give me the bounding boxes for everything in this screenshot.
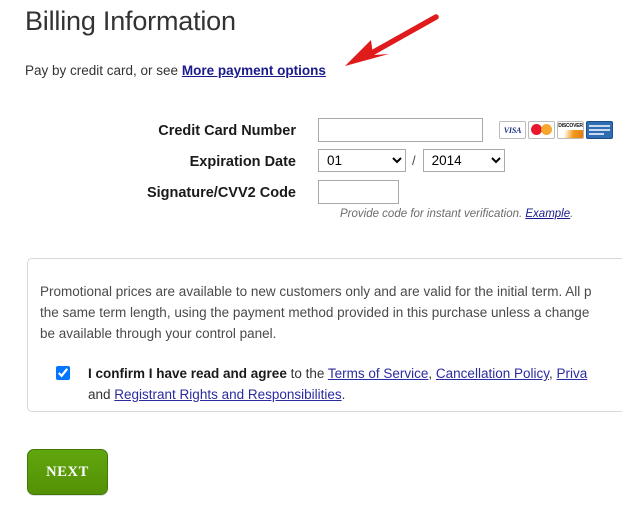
promotional-terms-box: Promotional prices are available to new … — [27, 258, 622, 412]
privacy-policy-link[interactable]: Priva — [557, 366, 588, 381]
cvv-row: Signature/CVV2 Code — [0, 180, 622, 206]
credit-card-number-label: Credit Card Number — [158, 123, 296, 139]
accepted-card-logos: VISA DISCOVER — [499, 121, 613, 139]
next-button[interactable]: NEXT — [27, 449, 108, 495]
agreement-mid-text: to the — [286, 366, 328, 381]
agreement-line2-prefix: and — [88, 387, 115, 402]
agreement-sep-2: , — [548, 366, 557, 381]
discover-logo-icon: DISCOVER — [557, 121, 584, 139]
cvv-helper-suffix: . — [570, 208, 574, 220]
agreement-line2-suffix: . — [341, 387, 346, 402]
cvv-example-link[interactable]: Example — [525, 208, 570, 220]
cvv-label: Signature/CVV2 Code — [146, 185, 296, 201]
agreement-text: I confirm I have read and agree to the T… — [88, 363, 622, 405]
agreement-row: I confirm I have read and agree to the T… — [56, 363, 622, 405]
mastercard-yellow-circle — [541, 124, 552, 135]
billing-form: Credit Card Number VISA DISCOVER Expirat… — [0, 118, 622, 211]
terms-of-service-link[interactable]: Terms of Service — [328, 366, 429, 381]
visa-logo-text: VISA — [503, 125, 522, 135]
cvv-input[interactable] — [318, 180, 399, 204]
subtitle-text: Pay by credit card, or see — [25, 63, 182, 78]
page-title: Billing Information — [25, 6, 236, 36]
amex-line-3 — [589, 133, 604, 135]
visa-logo-icon: VISA — [499, 121, 526, 139]
discover-logo-text: DISCOVER — [558, 123, 583, 129]
amex-line-2 — [589, 129, 610, 131]
expiration-year-select[interactable]: 2014 — [422, 149, 505, 172]
subtitle-line: Pay by credit card, or see More payment … — [25, 63, 326, 78]
credit-card-number-row: Credit Card Number VISA DISCOVER — [0, 118, 622, 144]
agreement-checkbox[interactable] — [56, 366, 70, 380]
expiration-date-row: Expiration Date 01 / 2014 — [0, 149, 622, 175]
cvv-field-group — [318, 180, 399, 204]
cvv-helper-text: Provide code for instant verification. E… — [340, 208, 573, 220]
registrant-rights-link[interactable]: Registrant Rights and Responsibilities — [114, 387, 341, 402]
mastercard-logo-icon — [528, 121, 555, 139]
promotional-terms-text: Promotional prices are available to new … — [40, 284, 592, 341]
agreement-sep-1: , — [428, 366, 436, 381]
credit-card-number-field-group: VISA DISCOVER — [318, 118, 613, 142]
credit-card-number-input[interactable] — [318, 118, 483, 142]
cancellation-policy-link[interactable]: Cancellation Policy — [436, 366, 549, 381]
amex-line-1 — [589, 125, 610, 127]
cvv-helper-prefix: Provide code for instant verification. — [340, 208, 526, 220]
discover-band — [558, 130, 583, 138]
expiration-date-separator: / — [412, 153, 416, 168]
expiration-month-select[interactable]: 01 — [318, 149, 406, 172]
amex-logo-icon — [586, 121, 613, 139]
expiration-date-label: Expiration Date — [189, 154, 296, 170]
expiration-date-field-group: 01 / 2014 — [318, 149, 505, 172]
more-payment-options-link[interactable]: More payment options — [182, 63, 326, 78]
red-arrow-annotation-icon — [345, 14, 439, 66]
agreement-bold-lead: I confirm I have read and agree — [88, 366, 287, 381]
